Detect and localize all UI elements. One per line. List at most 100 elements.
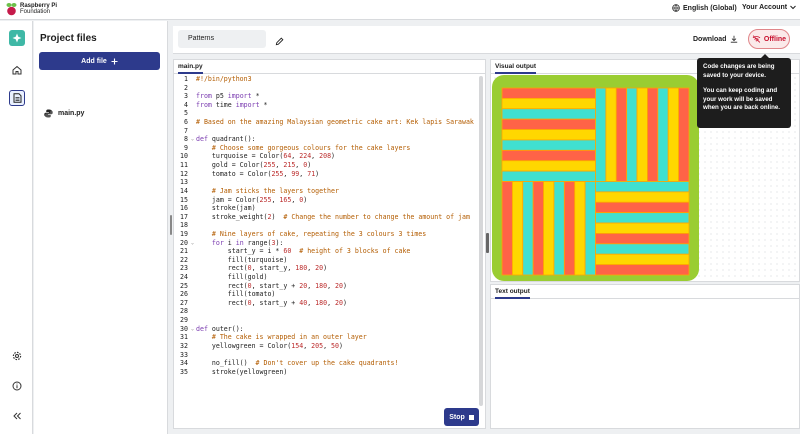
code-line[interactable]: 28 xyxy=(174,307,479,316)
code-line[interactable]: 19 # Nine layers of cake, repeating the … xyxy=(174,230,479,239)
download-label: Download xyxy=(693,35,727,43)
code-text: def outer(): xyxy=(194,325,244,334)
code-line[interactable]: 22 fill(turquoise) xyxy=(174,256,479,265)
code-line[interactable]: 26 fill(tomato) xyxy=(174,290,479,299)
line-number: 6 xyxy=(184,118,188,127)
code-line[interactable]: 30 ⌄ def outer(): xyxy=(174,325,479,334)
code-line[interactable]: 13 xyxy=(174,178,479,187)
code-line[interactable]: 23 rect(0, start_y, 180, 20) xyxy=(174,264,479,273)
code-token: 208 xyxy=(319,152,332,161)
code-token: ) xyxy=(342,281,347,290)
code-line[interactable]: 32 yellowgreen = Color(154, 205, 50) xyxy=(174,342,479,351)
code-token: 180 xyxy=(295,264,308,273)
code-line[interactable]: 10 turquoise = Color(64, 224, 208) xyxy=(174,152,479,161)
code-line[interactable]: 31 # The cake is wrapped in an outer lay… xyxy=(174,333,479,342)
raspberry-pi-logo[interactable]: Raspberry Pi Foundation xyxy=(6,2,57,16)
tab-main-py[interactable]: main.py xyxy=(178,63,203,74)
code-token: from xyxy=(196,92,212,101)
code-line[interactable]: 17 stroke_weight(2) # Change the number … xyxy=(174,213,479,222)
code-line[interactable]: 7 xyxy=(174,127,479,136)
settings-gear-icon[interactable] xyxy=(9,348,25,364)
code-token: , start_y + xyxy=(251,298,300,307)
raspberry-icon xyxy=(6,3,17,16)
code-text: fill(turquoise) xyxy=(194,256,288,265)
code-line[interactable]: 20 ⌄ for i in range(3): xyxy=(174,239,479,248)
code-line[interactable]: 6 # Based on the amazing Malaysian geomet… xyxy=(174,118,479,127)
code-token: import xyxy=(235,100,260,109)
code-line[interactable]: 4 from time import * xyxy=(174,101,479,110)
code-line[interactable]: 3 from p5 import * xyxy=(174,92,479,101)
offline-status-button[interactable]: Offline xyxy=(748,29,790,49)
code-line[interactable]: 12 tomato = Color(255, 99, 71) xyxy=(174,170,479,179)
cake-layer xyxy=(501,170,596,182)
code-line[interactable]: 2 xyxy=(174,84,479,93)
code-token: 255 xyxy=(259,195,272,204)
code-token: 255 xyxy=(263,161,276,170)
code-line[interactable]: 15 jam = Color(255, 165, 0) xyxy=(174,196,479,205)
code-line[interactable]: 24 fill(gold) xyxy=(174,273,479,282)
editor-output-resize-handle[interactable] xyxy=(486,233,489,253)
language-selector[interactable]: English (Global) xyxy=(672,4,737,12)
code-editor[interactable]: 1 #!/bin/python3 2 3 from p5 import * 4 from t… xyxy=(174,75,479,405)
collapse-sidebar-icon[interactable] xyxy=(9,408,25,424)
info-icon[interactable] xyxy=(9,378,25,394)
code-token: tomato = Color( xyxy=(196,169,272,178)
code-line[interactable]: 34 no_fill() # Don't cover up the cake q… xyxy=(174,359,479,368)
files-icon[interactable] xyxy=(9,90,25,106)
tab-visual-output[interactable]: Visual output xyxy=(495,63,537,74)
cake-layer xyxy=(595,243,690,255)
code-text: # Nine layers of cake, repeating the 3 c… xyxy=(194,230,426,239)
code-line[interactable]: 33 xyxy=(174,351,479,360)
cake-layer xyxy=(595,87,607,182)
side-rail xyxy=(0,21,33,434)
code-line[interactable]: 18 xyxy=(174,221,479,230)
code-line[interactable]: 27 rect(0, start_y + 40, 180, 20) xyxy=(174,299,479,308)
line-number: 18 xyxy=(180,221,188,230)
cake-layer xyxy=(511,181,524,276)
code-line[interactable]: 21 start_y = i * 60 # height of 3 blocks… xyxy=(174,247,479,256)
code-line[interactable]: 5 xyxy=(174,109,479,118)
code-line[interactable]: 8 ⌄ def quadrant(): xyxy=(174,135,479,144)
line-number: 23 xyxy=(180,264,188,273)
code-line[interactable]: 29 xyxy=(174,316,479,325)
code-line[interactable]: 1 #!/bin/python3 xyxy=(174,75,479,84)
panel-resize-handle[interactable] xyxy=(170,215,172,235)
python-file-icon xyxy=(44,109,53,118)
code-line[interactable]: 9 # Choose some gorgeous colours for the… xyxy=(174,144,479,153)
brand-name: Raspberry Pi Foundation xyxy=(20,3,57,16)
line-number: 12 xyxy=(180,169,188,178)
download-icon xyxy=(731,35,738,43)
line-number: 35 xyxy=(180,367,188,376)
code-text: rect(0, start_y + 20, 180, 20) xyxy=(194,282,347,291)
account-menu[interactable]: Your Account xyxy=(742,4,796,11)
rename-pencil-icon[interactable] xyxy=(275,33,284,51)
code-token: , xyxy=(307,298,316,307)
editor-scrollbar-thumb[interactable] xyxy=(479,76,483,406)
top-bar: Raspberry Pi Foundation English (Global)… xyxy=(0,0,800,20)
home-icon[interactable] xyxy=(9,62,25,78)
code-token: time xyxy=(211,100,236,109)
code-line[interactable]: 35 stroke(yellowgreen) xyxy=(174,368,479,377)
tooltip-line-1: Code changes are being saved to your dev… xyxy=(703,63,775,79)
tab-text-output[interactable]: Text output xyxy=(495,288,530,299)
code-text: # The cake is wrapped in an outer layer xyxy=(194,333,367,342)
code-line[interactable]: 11 gold = Color(255, 215, 0) xyxy=(174,161,479,170)
line-number: 11 xyxy=(180,161,188,170)
code-line[interactable]: 14 # Jam sticks the layers together xyxy=(174,187,479,196)
code-line[interactable]: 25 rect(0, start_y + 20, 180, 20) xyxy=(174,282,479,291)
code-token: 255 xyxy=(271,169,284,178)
download-button[interactable]: Download xyxy=(693,35,738,43)
code-line[interactable]: 16 stroke(jam) xyxy=(174,204,479,213)
stop-button[interactable]: Stop xyxy=(444,408,479,426)
code-token: ) xyxy=(331,152,336,161)
add-file-button[interactable]: Add file xyxy=(39,52,160,70)
editor-scrollbar[interactable] xyxy=(479,76,483,406)
file-item-main-py[interactable]: main.py xyxy=(44,109,84,118)
code-token: , xyxy=(303,341,312,350)
line-number: 15 xyxy=(180,195,188,204)
code-token: rect( xyxy=(196,298,248,307)
line-number: 25 xyxy=(180,281,188,290)
